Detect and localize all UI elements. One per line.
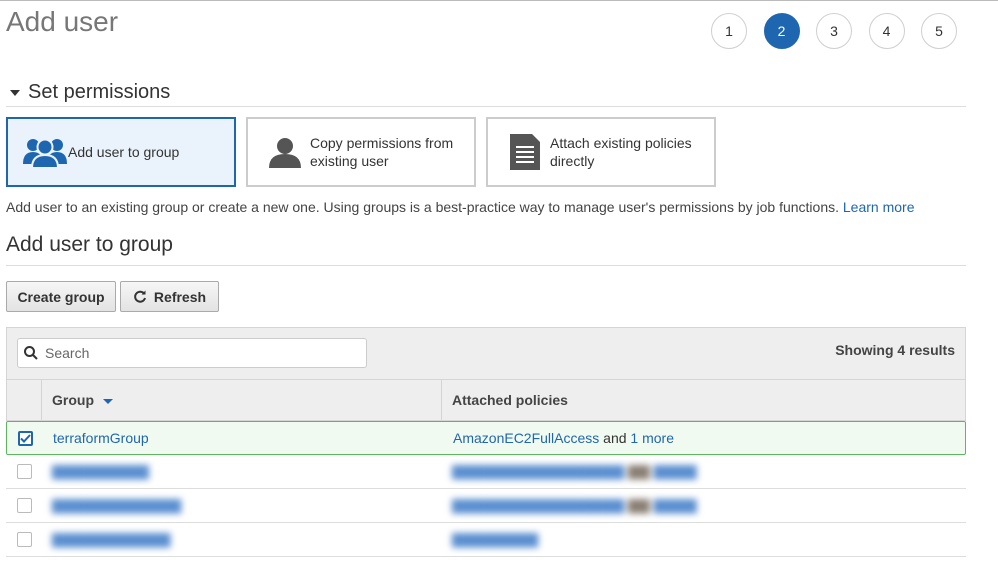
search-input[interactable] [43,344,343,362]
policies-column-header: Attached policies [452,392,568,408]
option-add-user-to-group[interactable]: Add user to group [6,117,236,187]
groups-table: Showing 4 results Group Attached policie… [6,327,966,557]
users-group-icon [22,132,68,172]
row-checkbox[interactable] [16,532,32,547]
option-label: Copy permissions from existing user [310,135,454,169]
section-title: Set permissions [28,80,171,103]
row-check-cell [6,464,42,479]
table-row[interactable]: ▇▇▇▇▇▇▇▇▇▇▇▇ ▇▇▇▇▇▇▇▇▇▇▇▇▇▇▇▇ ▇▇ ▇▇▇▇ [6,489,966,523]
more-policies-link[interactable]: 1 more [630,430,674,446]
step-indicator: 1 2 3 4 5 [711,13,974,49]
step-2[interactable]: 2 [763,13,800,49]
add-user-to-group-title: Add user to group [6,233,966,266]
redacted-group-name: ▇▇▇▇▇▇▇▇▇▇▇ [52,531,171,547]
group-column-header[interactable]: Group [42,380,442,420]
permission-options: Add user to group Copy permissions from … [6,117,726,187]
set-permissions-header[interactable]: Set permissions [6,78,966,107]
learn-more-link[interactable]: Learn more [843,199,915,215]
filter-bar: Showing 4 results [6,327,966,379]
user-icon [262,132,308,172]
step-1[interactable]: 1 [711,13,747,49]
refresh-label: Refresh [153,288,207,305]
redacted-group-name: ▇▇▇▇▇▇▇▇▇ [52,463,149,479]
step-4[interactable]: 4 [868,13,905,49]
search-icon [24,346,38,360]
create-group-button[interactable]: Create group [6,281,116,312]
table-row[interactable]: terraformGroup AmazonEC2FullAccess and 1… [6,421,966,455]
results-count: Showing 4 results [835,342,955,358]
checkmark-icon [19,433,31,443]
group-name-link[interactable]: terraformGroup [43,430,443,446]
sort-desc-icon [103,398,113,404]
option-attach-policies[interactable]: Attach existing policies directly [486,117,716,187]
row-checkbox[interactable] [16,498,32,513]
redacted-policies: ▇▇▇▇▇▇▇▇▇▇▇▇▇▇▇▇ ▇▇ ▇▇▇▇ [452,463,697,479]
page-title: Add user [6,6,119,37]
row-check-cell [6,498,42,513]
policy-and-text: and [603,430,627,446]
row-check-cell [6,532,42,547]
row-checkbox[interactable] [17,430,33,446]
refresh-icon [134,290,146,303]
help-description: Add user to an existing group or create … [6,199,839,215]
table-row[interactable]: ▇▇▇▇▇▇▇▇▇ ▇▇▇▇▇▇▇▇▇▇▇▇▇▇▇▇ ▇▇ ▇▇▇▇ [6,455,966,489]
table-row[interactable]: ▇▇▇▇▇▇▇▇▇▇▇ ▇▇▇▇▇▇▇▇ [6,523,966,557]
redacted-group-name: ▇▇▇▇▇▇▇▇▇▇▇▇ [52,497,182,513]
option-label: Add user to group [68,144,180,160]
row-check-cell [7,430,43,446]
top-divider [0,0,998,1]
group-header-label: Group [52,392,94,408]
help-text: Add user to an existing group or create … [6,199,914,215]
table-header: Group Attached policies [6,379,966,421]
option-label: Attach existing policies directly [550,135,692,169]
caret-down-icon [10,90,20,96]
step-3[interactable]: 3 [816,13,852,49]
header-check-cell [7,380,42,420]
redacted-policies: ▇▇▇▇▇▇▇▇▇▇▇▇▇▇▇▇ ▇▇ ▇▇▇▇ [452,497,697,513]
search-box[interactable] [17,338,367,368]
refresh-button[interactable]: Refresh [120,281,219,312]
policies-cell: AmazonEC2FullAccess and 1 more [443,430,965,446]
row-checkbox[interactable] [16,464,32,479]
option-copy-permissions[interactable]: Copy permissions from existing user [246,117,476,187]
document-icon [502,132,548,172]
policy-link[interactable]: AmazonEC2FullAccess [453,430,599,446]
step-5[interactable]: 5 [921,13,957,49]
redacted-policies: ▇▇▇▇▇▇▇▇ [452,531,539,547]
